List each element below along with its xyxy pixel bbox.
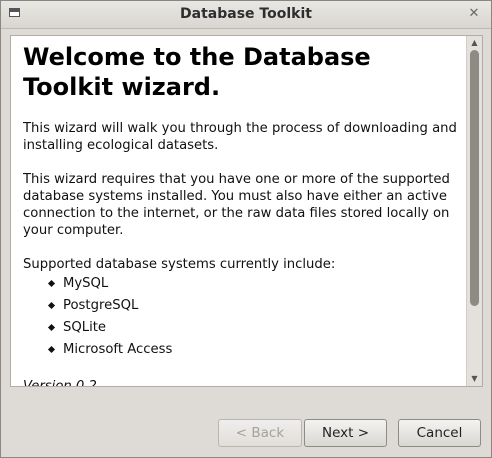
arrow-up-icon[interactable]: ▲ [467,37,482,49]
wizard-button-row: < Back Next > Cancel [1,419,491,447]
diamond-bullet-icon [47,279,56,288]
arrow-down-icon[interactable]: ▼ [467,373,482,385]
database-list: MySQL PostgreSQL SQLite Microsoft Access [23,273,457,361]
window-title: Database Toolkit [180,6,312,22]
diamond-bullet-icon [47,323,56,332]
close-icon[interactable]: ✕ [466,6,482,22]
supported-intro: Supported database systems currently inc… [23,257,336,272]
list-item: PostgreSQL [23,295,457,317]
database-name: MySQL [63,276,109,291]
scrollbar-thumb[interactable] [470,50,479,306]
diamond-bullet-icon [47,301,56,310]
welcome-heading: Welcome to the Database Toolkit wizard. [23,43,371,101]
title-bar[interactable]: Database Toolkit ✕ [1,1,491,29]
content-pane: Welcome to the Database Toolkit wizard. … [10,35,483,387]
database-name: PostgreSQL [63,298,139,313]
back-button[interactable]: < Back [218,419,302,447]
list-item: Microsoft Access [23,339,457,361]
database-name: Microsoft Access [63,342,173,357]
list-item: MySQL [23,273,457,295]
version-label: Version 0.2 [23,378,457,386]
content-viewport: Welcome to the Database Toolkit wizard. … [11,36,465,386]
diamond-bullet-icon [47,345,56,354]
wizard-window: Database Toolkit ✕ Welcome to the Databa… [0,0,492,458]
intro-paragraph: This wizard will walk you through the pr… [23,121,457,153]
requirements-paragraph: This wizard requires that you have one o… [23,172,450,238]
next-button[interactable]: Next > [304,419,387,447]
database-name: SQLite [63,320,107,335]
content-body: Welcome to the Database Toolkit wizard. … [11,36,465,386]
vertical-scrollbar[interactable]: ▲ ▼ [466,36,482,386]
list-item: SQLite [23,317,457,339]
cancel-button[interactable]: Cancel [398,419,481,447]
